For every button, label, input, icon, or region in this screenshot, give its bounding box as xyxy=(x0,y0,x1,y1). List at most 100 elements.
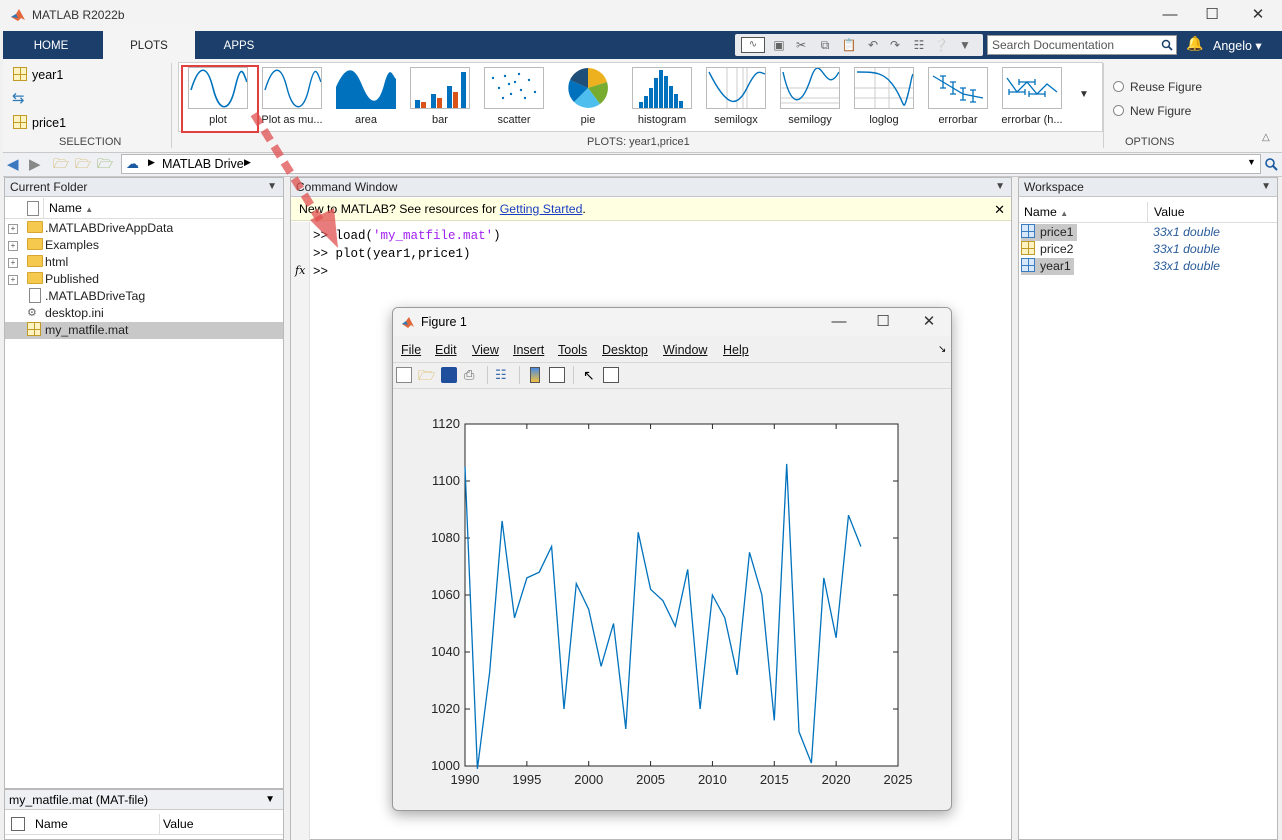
gallery-scatter[interactable]: scatter xyxy=(478,65,550,129)
menu-window[interactable]: Window xyxy=(663,343,707,357)
copy-icon[interactable]: ⧉ xyxy=(817,37,833,53)
gallery-pie[interactable]: pie xyxy=(552,65,624,129)
menu-view[interactable]: View xyxy=(472,343,499,357)
workspace-columns: Name ▲ Value xyxy=(1019,202,1277,223)
file-row[interactable]: .MATLABDriveTag xyxy=(5,288,283,305)
new-figure-icon[interactable] xyxy=(396,367,412,383)
sort-asc-icon: ▲ xyxy=(85,205,94,214)
path-segment[interactable]: MATLAB Drive xyxy=(162,157,244,171)
tab-home[interactable]: HOME xyxy=(13,31,89,59)
menu-tools[interactable]: Tools xyxy=(558,343,587,357)
link-plot-icon[interactable]: ☷ xyxy=(495,367,511,383)
command-prompt-active[interactable]: >> xyxy=(313,265,328,279)
file-name: Published xyxy=(45,272,100,286)
y-tick-label: 1080 xyxy=(431,530,460,545)
up-folder-icon[interactable]: 🗁 xyxy=(53,155,69,177)
help-icon[interactable]: ❔ xyxy=(933,37,949,53)
save-figure-icon[interactable] xyxy=(441,367,457,383)
expand-icon[interactable]: + xyxy=(8,241,18,251)
file-row[interactable]: ⚙ desktop.ini xyxy=(5,305,283,322)
open-file-icon[interactable]: 🗁 xyxy=(418,367,435,383)
folder-row[interactable]: + Published xyxy=(5,271,283,288)
tab-plots[interactable]: PLOTS xyxy=(103,31,195,59)
paste-icon[interactable]: 📋 xyxy=(841,37,857,53)
user-account-menu[interactable]: Angelo ▾ xyxy=(1213,38,1262,53)
file-row-selected[interactable]: my_matfile.mat xyxy=(5,322,283,339)
reuse-figure-radio[interactable]: Reuse Figure xyxy=(1113,80,1202,94)
chevron-down-icon[interactable]: ▼ xyxy=(265,790,275,810)
search-icon[interactable] xyxy=(1161,39,1173,51)
column-name[interactable]: Name ▲ xyxy=(1024,205,1068,219)
search-documentation-input[interactable]: Search Documentation xyxy=(987,35,1177,55)
menu-desktop[interactable]: Desktop xyxy=(602,343,648,357)
expand-icon[interactable]: + xyxy=(8,224,18,234)
gallery-expand-icon[interactable]: ▼ xyxy=(1079,89,1089,100)
collapse-ribbon-icon[interactable]: △ xyxy=(1262,132,1270,143)
menu-help[interactable]: Help xyxy=(723,343,749,357)
colorbar-icon[interactable] xyxy=(530,367,540,383)
figure-window: Figure 1 — ☐ ✕ File Edit View Insert Too… xyxy=(392,307,952,811)
column-name-label: Name xyxy=(49,201,82,215)
close-button[interactable]: ✕ xyxy=(1244,5,1272,25)
gallery-loglog[interactable]: loglog xyxy=(848,65,920,129)
swap-variables-icon[interactable]: ⇆ xyxy=(12,89,25,107)
layout-icon[interactable]: ∿ xyxy=(741,37,765,53)
minimize-button[interactable]: — xyxy=(825,312,853,332)
maximize-button[interactable]: ☐ xyxy=(869,312,897,332)
selection-var-price1[interactable]: price1 xyxy=(13,115,66,130)
workspace-var-row[interactable]: year1 33x1 double xyxy=(1019,258,1277,275)
chevron-down-icon[interactable]: ▼ xyxy=(1247,157,1256,167)
panel-menu-icon[interactable]: ▼ xyxy=(995,178,1005,196)
getting-started-link[interactable]: Getting Started xyxy=(500,202,583,216)
tab-apps[interactable]: APPS xyxy=(201,31,277,59)
switch-windows-icon[interactable]: ☷ xyxy=(911,37,927,53)
dock-figure-icon[interactable]: ↘ xyxy=(938,344,946,355)
redo-icon[interactable]: ↷ xyxy=(887,37,903,53)
notification-bell-icon[interactable]: 🔔 xyxy=(1186,35,1203,52)
cursor-icon[interactable]: ↖ xyxy=(583,367,599,383)
gallery-errorbar[interactable]: errorbar xyxy=(922,65,994,129)
save-icon[interactable]: ▣ xyxy=(771,37,787,53)
close-button[interactable]: ✕ xyxy=(915,312,943,332)
workspace-var-row[interactable]: price2 33x1 double xyxy=(1019,241,1277,258)
new-figure-radio[interactable]: New Figure xyxy=(1113,104,1191,118)
close-icon[interactable]: ✕ xyxy=(994,198,1005,221)
minimize-button[interactable]: — xyxy=(1156,5,1184,25)
chevron-down-icon[interactable]: ▼ xyxy=(957,37,973,53)
forward-arrow-icon[interactable]: ▶ xyxy=(29,155,41,173)
gallery-histogram[interactable]: histogram xyxy=(626,65,698,129)
function-browser-icon[interactable]: fx xyxy=(295,264,305,277)
search-folder-icon[interactable] xyxy=(1264,157,1278,171)
panel-menu-icon[interactable]: ▼ xyxy=(1261,178,1271,196)
gallery-semilogx[interactable]: semilogx xyxy=(700,65,772,129)
y-tick-label: 1100 xyxy=(432,473,460,488)
undo-icon[interactable]: ↶ xyxy=(865,37,881,53)
line-chart[interactable]: 1990 1995 2000 2005 2010 2015 2020 2025 1000 1020… xyxy=(393,389,951,810)
gallery-bar[interactable]: bar xyxy=(404,65,476,129)
maximize-button[interactable]: ☐ xyxy=(1198,5,1226,25)
legend-icon[interactable] xyxy=(549,367,565,383)
semilogx-thumbnail xyxy=(706,67,766,109)
property-inspector-icon[interactable] xyxy=(603,367,619,383)
column-name[interactable]: Name ▲ xyxy=(49,201,93,215)
gallery-label: semilogy xyxy=(788,114,832,126)
cut-icon[interactable]: ✂ xyxy=(793,37,809,53)
column-value[interactable]: Value xyxy=(1154,205,1185,219)
print-icon[interactable]: ⎙ xyxy=(464,367,480,383)
workspace-var-row[interactable]: price1 33x1 double xyxy=(1019,224,1277,241)
new-folder-icon[interactable]: 🗁 xyxy=(97,155,113,177)
menu-file[interactable]: File xyxy=(401,343,421,357)
browse-folder-icon[interactable]: 🗁 xyxy=(75,155,91,177)
gallery-errorbar-horizontal[interactable]: errorbar (h... xyxy=(996,65,1068,129)
menu-edit[interactable]: Edit xyxy=(435,343,457,357)
details-col-name: Name xyxy=(35,817,68,831)
gallery-semilogy[interactable]: semilogy xyxy=(774,65,846,129)
folder-icon xyxy=(27,271,47,288)
selection-var-year1[interactable]: year1 xyxy=(13,67,63,82)
menu-insert[interactable]: Insert xyxy=(513,343,544,357)
back-arrow-icon[interactable]: ◀ xyxy=(7,155,19,173)
expand-icon[interactable]: + xyxy=(8,258,18,268)
details-header[interactable]: my_matfile.mat (MAT-file) ▼ xyxy=(5,790,283,810)
expand-icon[interactable]: + xyxy=(8,275,18,285)
var-value: 33x1 double xyxy=(1153,225,1221,239)
